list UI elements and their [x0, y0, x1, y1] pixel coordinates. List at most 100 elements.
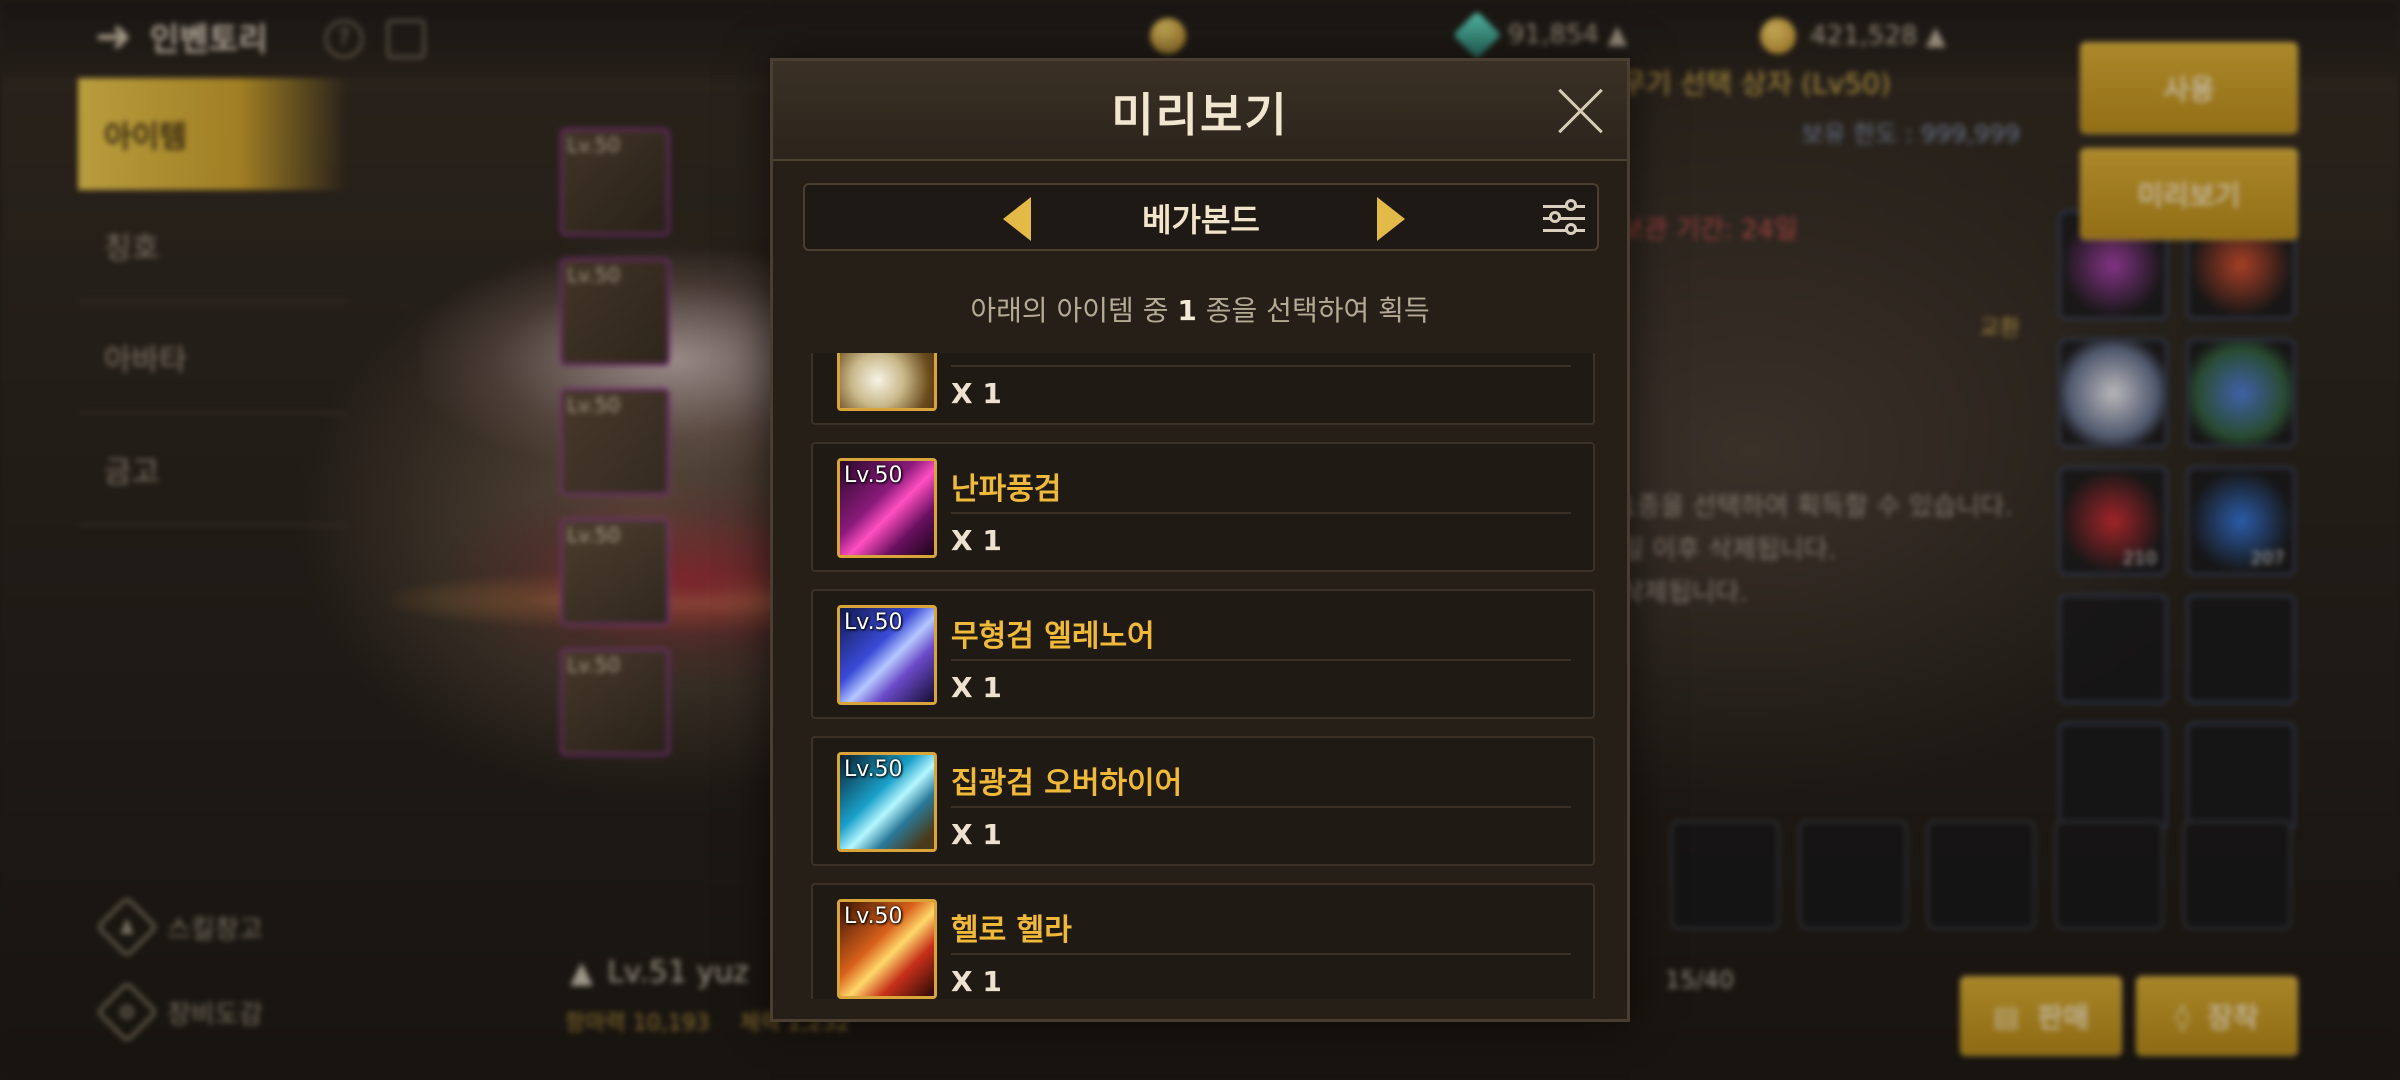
item-name: 헬로 헬라 — [951, 913, 1072, 948]
item-name: 집광검 오버하이어 — [951, 766, 1183, 801]
item-name: 난파풍검 — [951, 472, 1062, 507]
sidebar-item-label: 아이템 — [104, 120, 187, 155]
equipment-slot[interactable]: Lv.50 — [560, 128, 670, 236]
equipment-slot[interactable]: Lv.50 — [560, 388, 670, 496]
close-icon[interactable] — [1555, 85, 1605, 135]
class-selector: 베가본드 — [803, 183, 1599, 251]
item-description: 1종을 선택하여 획득할 수 있습니다. 일 이후 삭제됩니다. 삭제됩니다. — [1620, 492, 2013, 608]
currency-gem: 91,854 ▲ — [1452, 10, 1628, 60]
equipment-slot[interactable]: Lv.50 — [560, 258, 670, 366]
coin-icon — [1150, 18, 1186, 54]
inventory-grid-bottom — [1670, 820, 2292, 930]
equip-button[interactable]: ◊ 장착 — [2136, 976, 2298, 1056]
storage-toggle-icon[interactable] — [387, 20, 425, 58]
item-list[interactable]: X 1 Lv.50 난파풍검 X 1 Lv.50 무형검 엘레노어 X 1 Lv… — [811, 353, 1595, 999]
item-period: 보관 기간: 24일 — [1620, 215, 1798, 245]
inventory-capacity: 15/40 — [1665, 966, 1735, 994]
sidebar-item-titles[interactable]: 칭호 — [78, 190, 348, 302]
gem-icon — [1452, 10, 1502, 60]
equip-button-label: 장착 — [2207, 1001, 2259, 1034]
inventory-slot[interactable]: 210 — [2058, 466, 2168, 576]
inventory-slot[interactable] — [2058, 594, 2168, 704]
equip-icon: ◊ — [2175, 999, 2190, 1033]
currency-gold: 421,528 ▲ — [1760, 18, 1946, 54]
preview-button[interactable]: 미리보기 — [2080, 148, 2298, 240]
sidebar-item-items[interactable]: 아이템 — [78, 78, 348, 190]
inventory-slot[interactable] — [2058, 722, 2168, 832]
item-detail-title: 무기 선택 상자 (Lv50) — [1620, 67, 1891, 100]
inventory-grid: 210 207 — [2058, 210, 2296, 832]
sell-button[interactable]: ▤ 판매 — [1960, 976, 2122, 1056]
chevron-right-icon — [1377, 197, 1405, 241]
list-item[interactable]: Lv.50 집광검 오버하이어 X 1 — [811, 736, 1595, 866]
inventory-slot[interactable] — [2186, 722, 2296, 832]
inventory-slot[interactable] — [2182, 820, 2292, 930]
item-quantity: X 1 — [951, 818, 1002, 851]
sell-button-label: 판매 — [2037, 1001, 2089, 1034]
class-next-button[interactable] — [1371, 197, 1411, 241]
equipment-book-label: 장비도감 — [167, 999, 263, 1030]
use-button[interactable]: 사용 — [2080, 42, 2298, 134]
inventory-title: 인벤토리 — [149, 20, 268, 58]
currency-coin — [1150, 18, 1186, 54]
skill-storage-link[interactable]: ♟ 스킬창고 — [95, 895, 263, 959]
inventory-slot[interactable] — [1926, 820, 2036, 930]
item-quantity: X 1 — [951, 377, 1002, 410]
combat-power: 항마력 10,193 — [565, 1011, 710, 1036]
inventory-slot[interactable] — [2054, 820, 2164, 930]
sidebar-item-label: 아바타 — [104, 343, 187, 378]
trade-tag: 교환 — [1979, 316, 2020, 341]
equipment-slot[interactable]: Lv.50 — [560, 648, 670, 756]
sell-icon: ▤ — [1993, 999, 2020, 1033]
sidebar-item-label: 금고 — [104, 455, 160, 490]
skill-storage-label: 스킬창고 — [167, 914, 263, 945]
class-name: 베가본드 — [1142, 201, 1260, 239]
inventory-sidebar: 아이템 칭호 아바타 금고 — [78, 78, 348, 526]
inventory-slot[interactable] — [2058, 338, 2168, 448]
gold-value: 421,528 ▲ — [1810, 21, 1946, 51]
equipment-book-link[interactable]: ⚙ 장비도감 — [95, 980, 263, 1044]
character-info: ▲ Lv.51 yuz — [570, 955, 749, 990]
inventory-slot[interactable] — [2186, 338, 2296, 448]
item-quantity: X 1 — [951, 524, 1002, 557]
equipment-slot[interactable]: Lv.50 — [560, 518, 670, 626]
gem-value: 91,854 ▲ — [1508, 20, 1628, 50]
modal-header: 미리보기 — [773, 61, 1627, 161]
storage-icon: ♟ — [95, 895, 159, 959]
inventory-header[interactable]: ➜ 인벤토리 — [95, 14, 268, 60]
item-quantity: X 1 — [951, 965, 1002, 998]
filter-icon[interactable] — [1541, 197, 1587, 241]
top-icons: ? — [325, 20, 425, 58]
item-owned-limit: 보유 한도 : 999,999 — [1801, 120, 2020, 148]
preview-modal: 미리보기 베가본드 아래의 아이템 중 1 종을 선택하여 획득 X 1 Lv.… — [770, 58, 1630, 1022]
character-name: Lv.51 yuz — [607, 955, 749, 990]
question-icon[interactable]: ? — [325, 20, 363, 58]
list-item[interactable]: X 1 — [811, 353, 1595, 425]
chevron-up-icon[interactable]: ▲ — [570, 955, 593, 990]
equipment-slots: Lv.50 Lv.50 Lv.50 Lv.50 Lv.50 — [560, 128, 670, 756]
sword-icon: Lv.50 — [837, 458, 937, 558]
inventory-slot[interactable] — [2186, 594, 2296, 704]
book-icon: ⚙ — [95, 980, 159, 1044]
inventory-slot[interactable] — [1798, 820, 1908, 930]
sidebar-item-avatar[interactable]: 아바타 — [78, 302, 348, 414]
item-name: 무형검 엘레노어 — [951, 619, 1155, 654]
back-arrow-icon[interactable]: ➜ — [95, 15, 132, 59]
item-detail-panel: 무기 선택 상자 (Lv50) 보유 한도 : 999,999 보관 기간: 2… — [1620, 50, 2060, 615]
sidebar-item-vault[interactable]: 금고 — [78, 414, 348, 526]
sword-icon: Lv.50 — [837, 899, 937, 999]
modal-title: 미리보기 — [1111, 88, 1289, 142]
item-quantity: X 1 — [951, 671, 1002, 704]
selection-instruction: 아래의 아이템 중 1 종을 선택하여 획득 — [970, 294, 1430, 327]
item-icon — [837, 353, 937, 411]
sword-icon: Lv.50 — [837, 605, 937, 705]
list-item[interactable]: Lv.50 무형검 엘레노어 X 1 — [811, 589, 1595, 719]
preview-button-label: 미리보기 — [2137, 179, 2241, 212]
inventory-slot[interactable] — [1670, 820, 1780, 930]
list-item[interactable]: Lv.50 헬로 헬라 X 1 — [811, 883, 1595, 999]
list-item[interactable]: Lv.50 난파풍검 X 1 — [811, 442, 1595, 572]
inventory-slot[interactable]: 207 — [2186, 466, 2296, 576]
use-button-label: 사용 — [2163, 73, 2215, 106]
sidebar-item-label: 칭호 — [104, 231, 160, 266]
gold-coin-icon — [1760, 18, 1796, 54]
